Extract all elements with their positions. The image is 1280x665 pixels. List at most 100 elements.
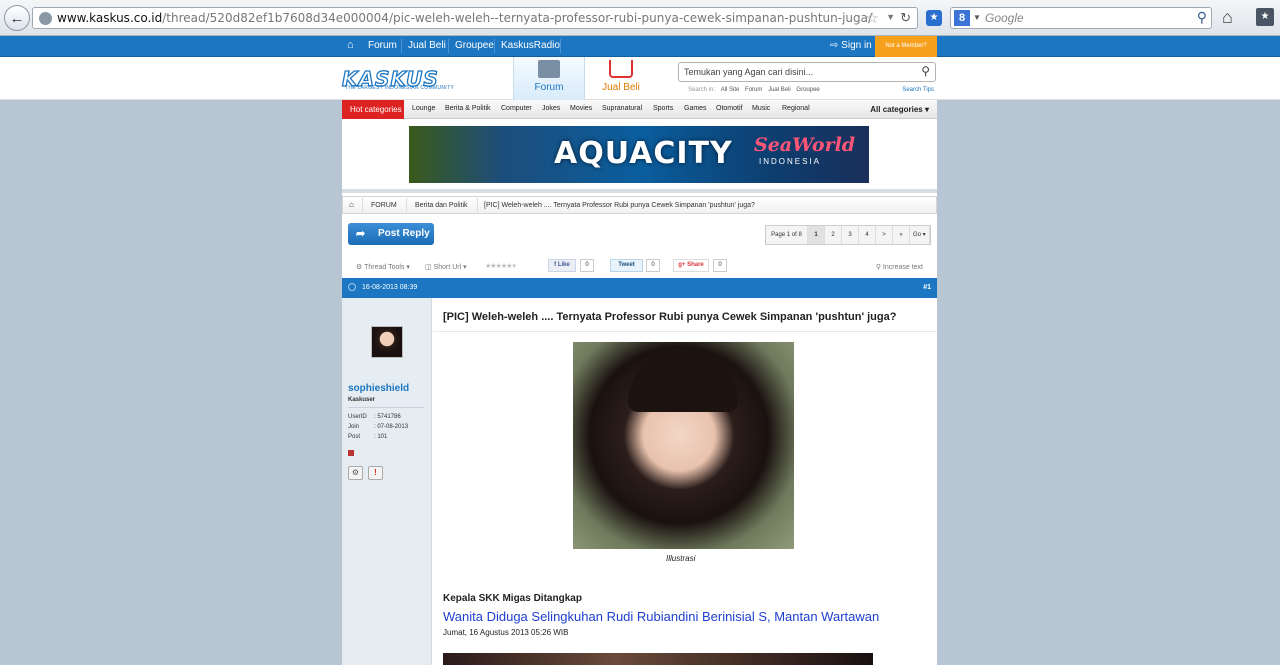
post-image[interactable] [573,342,794,549]
article-subhead: Kepala SKK Migas Ditangkap [443,593,582,604]
category-music[interactable]: Music [752,105,770,112]
article-headline-link[interactable]: Wanita Diduga Selingkuhan Rudi Rubiandin… [443,609,879,624]
report-icon[interactable]: ! [368,466,383,480]
site-search-placeholder: Temukan yang Agan cari disini... [684,67,814,77]
breadcrumb-berita-politik[interactable]: Berita dan Politik [415,202,468,209]
post-reply-button[interactable]: ➦ Post Reply [348,223,434,245]
image-caption: Illustrasi [666,554,696,563]
search-in-groupee[interactable]: Groupee [796,87,819,93]
category-computer[interactable]: Computer [501,105,532,112]
bookmarks-icon[interactable]: ★ [1256,8,1274,26]
divider [348,407,424,408]
home-icon[interactable]: ⌂ [347,39,354,51]
sign-in-link[interactable]: ⇨ Sign in [830,40,872,51]
clock-icon [348,283,356,291]
aquacity-banner[interactable]: AQUACITY SeaWorld INDONESIA [409,126,869,183]
divider [494,39,495,53]
divider [362,198,363,212]
cart-icon [609,60,633,78]
post-date: 16-08-2013 08:39 [362,284,418,291]
pagination: Page 1 of 8 1 2 3 4 > » Go ▾ [765,225,931,245]
gear-icon[interactable]: ⚙ [348,466,363,480]
nav-jual-beli[interactable]: Jual Beli [408,40,446,51]
logo-tagline: THE LARGEST INDONESIAN COMMUNITY [345,85,454,91]
post-image-2[interactable] [443,653,873,665]
banner-title: AQUACITY [554,136,733,171]
chevron-down-icon[interactable]: ▼ [973,13,981,22]
google-share-button[interactable]: g+ Share [673,259,709,272]
breadcrumb-thread: [PIC] Weleh-weleh .... Ternyata Professo… [484,202,755,209]
divider [401,39,402,53]
divider [477,198,478,212]
banner-brand: SeaWorld [754,134,856,156]
chevron-down-icon[interactable]: ▼ [886,12,895,22]
breadcrumb-forum[interactable]: FORUM [371,202,397,209]
category-berita-politik[interactable]: Berita & Politik [445,105,491,112]
user-post-count: Post: 101 [348,434,388,440]
site-header: KASKUS THE LARGEST INDONESIAN COMMUNITY … [0,57,1280,100]
tweet-button[interactable]: Tweet [610,259,643,272]
increase-text-button[interactable]: ⚲ Increase text [876,263,923,271]
search-in-label: Search in: [688,87,716,93]
avatar[interactable] [371,326,403,358]
bookmark-star-icon[interactable]: ☆ [866,9,879,27]
username-link[interactable]: sophieshield [348,383,409,394]
facebook-like-button[interactable]: f Like [548,259,576,272]
category-lounge[interactable]: Lounge [412,105,435,112]
category-movies[interactable]: Movies [570,105,592,112]
reload-icon[interactable]: ↻ [900,10,911,26]
category-bar: Hot categories Lounge Berita & Politik C… [342,100,937,119]
divider [342,189,937,193]
next-page-button[interactable]: > [876,226,893,244]
page-1-link[interactable]: 1 [808,226,825,244]
breadcrumb: ⌂ FORUM Berita dan Politik [PIC] Weleh-w… [342,196,937,214]
search-tips-link[interactable]: Search Tips [902,87,934,93]
post-number-link[interactable]: #1 [923,284,931,291]
search-placeholder: Google [985,11,1024,25]
globe-icon [39,12,52,25]
site-search-input[interactable]: Temukan yang Agan cari disini... ⚲ [678,62,936,82]
search-icon[interactable]: ⚲ [921,64,930,78]
category-sports[interactable]: Sports [653,105,673,112]
search-icon[interactable]: ⚲ [1197,9,1207,26]
nav-kaskusradio[interactable]: KaskusRadio [501,40,560,51]
go-button[interactable]: Go ▾ [910,226,930,244]
category-otomotif[interactable]: Otomotif [716,105,742,112]
search-in-jual-beli[interactable]: Jual Beli [768,87,791,93]
google-plus-icon[interactable]: 8 [954,10,970,26]
addon-icon[interactable]: ★ [926,10,942,26]
address-bar[interactable]: www.kaskus.co.id/thread/520d82ef1b7608d3… [32,7,918,29]
search-in-forum[interactable]: Forum [745,87,762,93]
page-3-link[interactable]: 3 [842,226,859,244]
user-join-date: Join: 07-08-2013 [348,424,409,430]
short-url-dropdown[interactable]: ◫ Short Url ▾ [425,263,467,271]
user-info-panel: sophieshield Kaskuser UserID: 5741786 Jo… [342,298,432,665]
thread-tools-dropdown[interactable]: ⚙ Thread Tools ▾ [356,263,410,271]
url-text[interactable]: www.kaskus.co.id/thread/520d82ef1b7608d3… [57,11,872,25]
page-4-link[interactable]: 4 [859,226,876,244]
divider [560,39,561,53]
post-header: 16-08-2013 08:39 #1 [342,278,937,298]
category-games[interactable]: Games [684,105,707,112]
category-regional[interactable]: Regional [782,105,810,112]
nav-groupee[interactable]: Groupee [455,40,494,51]
nav-forum[interactable]: Forum [368,40,397,51]
category-jokes[interactable]: Jokes [542,105,560,112]
share-count: 0 [713,259,727,272]
browser-toolbar: ← www.kaskus.co.id/thread/520d82ef1b7608… [0,0,1280,36]
page-2-link[interactable]: 2 [825,226,842,244]
category-supranatural[interactable]: Supranatural [602,105,642,112]
search-in-all-site[interactable]: All Site [721,87,740,93]
tab-jual-beli[interactable]: Jual Beli [586,57,656,100]
rating-stars[interactable]: ★★★★★ ▾ [485,262,516,270]
top-nav: ⌂ Forum Jual Beli Groupee KaskusRadio ⇨ … [0,36,1280,60]
browser-search-input[interactable]: 8 ▼ Google ⚲ [950,7,1212,29]
tab-forum[interactable]: Forum [513,57,585,100]
home-icon[interactable]: ⌂ [1222,7,1233,28]
reply-arrow-icon: ➦ [356,228,366,240]
last-page-button[interactable]: » [893,226,910,244]
article-dateline: Jumat, 16 Agustus 2013 05:26 WIB [443,628,569,637]
home-icon[interactable]: ⌂ [349,200,354,209]
all-categories-dropdown[interactable]: All categories ▾ [870,105,929,114]
back-arrow-icon[interactable]: ← [4,5,30,31]
